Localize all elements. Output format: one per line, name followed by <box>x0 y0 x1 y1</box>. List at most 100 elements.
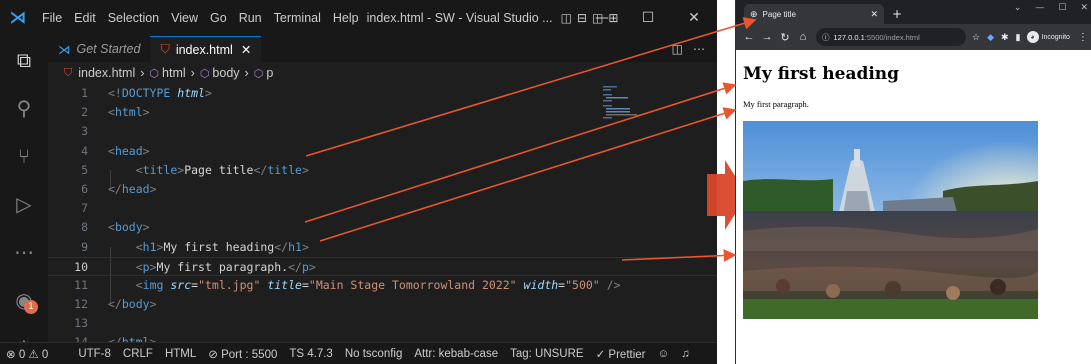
browser-tab-strip: ⊕ Page title ✕ + ⌄ — ☐ ✕ <box>736 0 1091 24</box>
code-line[interactable]: 5 <title>Page title</title> <box>48 161 717 180</box>
account-badge: 1 <box>24 300 38 314</box>
menu-bar: File Edit Selection View Go Run Terminal… <box>36 11 365 25</box>
more-icon[interactable]: ⋯ <box>0 228 48 276</box>
new-tab-icon[interactable]: + <box>892 7 902 21</box>
window-title: index.html - SW - Visual Studio ... <box>366 11 553 25</box>
breadcrumb-p[interactable]: p <box>266 66 273 80</box>
tag-status[interactable]: Tag: UNSURE <box>504 348 590 360</box>
html5-icon: ⛉ <box>160 42 170 56</box>
back-arrow-icon[interactable]: ← <box>740 31 758 43</box>
code-text: <p>My first paragraph.</p> <box>135 259 316 274</box>
line-number: 4 <box>81 143 88 158</box>
feedback-icon[interactable]: ☺ <box>652 348 676 360</box>
code-line[interactable]: 13 <box>48 314 717 333</box>
code-line[interactable]: 6 </head> <box>48 180 717 199</box>
tab-index-html[interactable]: ⛉ index.html ✕ <box>150 36 262 62</box>
code-text: <img src="tml.jpg" title="Main Stage Tom… <box>135 277 621 292</box>
attr-status[interactable]: Attr: kebab-case <box>408 348 504 360</box>
prettier-status[interactable]: ✓ Prettier <box>590 347 652 361</box>
address-bar[interactable]: ⓘ 127.0.0.1 :5500/index.html <box>816 28 966 46</box>
code-line[interactable]: 2 <html> <box>48 103 717 122</box>
menu-file[interactable]: File <box>36 11 68 25</box>
menu-edit[interactable]: Edit <box>68 11 102 25</box>
code-line[interactable]: 3 <box>48 122 717 141</box>
globe-icon: ⊕ <box>750 8 758 19</box>
title-bar: ⋊ File Edit Selection View Go Run Termin… <box>0 0 717 36</box>
run-debug-icon[interactable]: ▷ <box>0 180 48 228</box>
browser-menu-icon[interactable]: ⋮ <box>1078 32 1088 43</box>
tsconfig-status[interactable]: No tsconfig <box>339 348 409 360</box>
menu-view[interactable]: View <box>165 11 204 25</box>
home-icon[interactable]: ⌂ <box>794 31 812 43</box>
profile-label: Incognito <box>1041 33 1070 41</box>
tab-search-icon[interactable]: ⌄ <box>1014 3 1022 13</box>
language-status[interactable]: HTML <box>159 348 202 360</box>
breadcrumb-html[interactable]: html <box>162 66 186 80</box>
source-control-icon[interactable]: ⑂ <box>0 132 48 180</box>
code-line[interactable]: 9 <h1>My first heading</h1> <box>48 238 717 257</box>
breadcrumb-file[interactable]: index.html <box>78 66 135 80</box>
tab-get-started[interactable]: ⋊ Get Started <box>48 36 150 62</box>
eol-status[interactable]: CRLF <box>117 348 159 360</box>
incognito-profile[interactable]: ◕ Incognito <box>1026 31 1070 43</box>
close-tab-icon[interactable]: ✕ <box>870 9 878 20</box>
code-line[interactable]: 11 <img src="tml.jpg" title="Main Stage … <box>48 276 717 295</box>
code-line[interactable]: 4 <head> <box>48 142 717 161</box>
more-actions-icon[interactable]: ⋯ <box>693 42 705 56</box>
menu-selection[interactable]: Selection <box>102 11 165 25</box>
code-text: </head> <box>108 181 157 196</box>
info-icon: ⓘ <box>822 32 830 42</box>
line-number: 6 <box>81 181 88 196</box>
menu-go[interactable]: Go <box>204 11 233 25</box>
maximize-icon[interactable]: ☐ <box>1058 3 1066 13</box>
editor-tabs: ⋊ Get Started ⛉ index.html ✕ ◫ ⋯ <box>48 36 717 62</box>
browser-tab-title: Page title <box>762 9 796 19</box>
code-line[interactable]: 12 </body> <box>48 295 717 314</box>
code-line[interactable]: 10 <p>My first paragraph.</p> <box>48 256 717 276</box>
menu-terminal[interactable]: Terminal <box>268 11 327 25</box>
chevron-right-icon: › <box>244 66 249 80</box>
code-line[interactable]: 7 <box>48 199 717 218</box>
line-number: 12 <box>74 297 88 312</box>
window-controls: — ☐ ✕ <box>579 0 717 36</box>
toggle-sidebar-icon[interactable]: ◫ <box>561 11 572 25</box>
browser-tab[interactable]: ⊕ Page title ✕ <box>744 4 884 24</box>
minimize-icon[interactable]: — <box>1035 3 1044 13</box>
rendered-page: My first heading My first paragraph. <box>736 50 1091 364</box>
minimize-icon[interactable]: — <box>579 0 625 36</box>
line-number: 10 <box>74 259 88 274</box>
ts-status[interactable]: TS 4.7.3 <box>283 348 338 360</box>
problems-status[interactable]: ⊗ 0 ⚠ 0 <box>0 347 54 361</box>
close-icon[interactable]: ✕ <box>1080 3 1088 13</box>
code-line[interactable]: 8 <body> <box>48 218 717 237</box>
code-text: <head> <box>108 143 150 158</box>
forward-arrow-icon[interactable]: → <box>758 31 776 43</box>
notifications-bell-icon[interactable]: ♫ <box>675 348 696 360</box>
code-editor[interactable]: 1 <!DOCTYPE html> 2 <html> 3 4 <head> 5 <title>… <box>48 84 717 349</box>
menu-run[interactable]: Run <box>233 11 268 25</box>
extensions-area: ☆ ◆ ✱ ▮ <box>972 32 1021 43</box>
puzzle-icon[interactable]: ✱ <box>1001 32 1009 43</box>
port-status[interactable]: ⊘ Port : 5500 <box>202 347 283 361</box>
extension-icon[interactable]: ◆ <box>987 32 994 43</box>
side-panel-icon[interactable]: ▮ <box>1016 32 1021 43</box>
browser-window-controls: ⌄ — ☐ ✕ <box>1014 3 1088 13</box>
reload-icon[interactable]: ↻ <box>776 31 794 44</box>
account-icon[interactable]: ◉ 1 <box>0 276 48 324</box>
code-text: <html> <box>108 105 150 120</box>
encoding-status[interactable]: UTF-8 <box>72 348 117 360</box>
close-icon[interactable]: ✕ <box>671 0 717 36</box>
code-line[interactable]: 1 <!DOCTYPE html> <box>48 84 717 103</box>
bookmark-star-icon[interactable]: ☆ <box>972 32 980 43</box>
code-text: <!DOCTYPE html> <box>108 86 212 100</box>
maximize-icon[interactable]: ☐ <box>625 0 671 36</box>
search-icon[interactable]: ⚲ <box>0 84 48 132</box>
breadcrumb-body[interactable]: body <box>212 66 239 80</box>
tab-close-icon[interactable]: ✕ <box>241 42 251 57</box>
chevron-right-icon: › <box>190 66 195 80</box>
tab-label: index.html <box>175 42 233 57</box>
split-editor-icon[interactable]: ◫ <box>672 42 683 56</box>
explorer-icon[interactable]: ⧉ <box>0 36 48 84</box>
menu-help[interactable]: Help <box>327 11 365 25</box>
url-path: :5500/index.html <box>864 32 920 42</box>
